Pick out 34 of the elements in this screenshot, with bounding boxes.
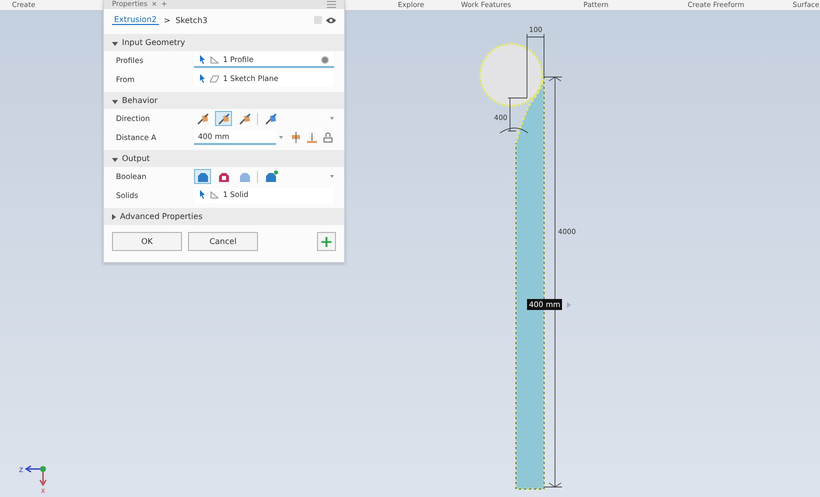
ok-button[interactable]: OK xyxy=(112,232,182,251)
pointer-icon xyxy=(199,74,206,83)
section-header[interactable]: Input Geometry xyxy=(104,34,344,51)
new-body-icon xyxy=(264,170,278,184)
breadcrumb-link[interactable]: Extrusion2 xyxy=(112,15,159,25)
solid-icon xyxy=(210,190,219,198)
dropdown-caret-icon[interactable] xyxy=(330,175,334,178)
eye-icon[interactable] xyxy=(326,16,336,24)
section-header[interactable]: Advanced Properties xyxy=(104,208,344,225)
option-button[interactable] xyxy=(194,169,211,184)
collapsed-arrow-icon xyxy=(112,214,116,220)
expanded-arrow-icon xyxy=(112,100,118,104)
direction-one-side-icon xyxy=(196,112,210,126)
distance-from-face-icon[interactable] xyxy=(307,132,317,143)
clear-icon[interactable] xyxy=(321,56,329,64)
plane-icon xyxy=(210,74,219,82)
direction-flipped-icon xyxy=(216,112,230,126)
expanded-arrow-icon xyxy=(112,158,118,162)
dropdown-caret-icon[interactable] xyxy=(330,117,334,120)
profile-icon xyxy=(210,56,219,64)
breadcrumb-current: Sketch3 xyxy=(175,16,208,24)
breadcrumb-separator: > xyxy=(164,16,170,24)
pointer-icon xyxy=(199,190,206,199)
direction-symmetric-icon xyxy=(238,112,252,126)
menu-icon[interactable] xyxy=(327,1,336,8)
to-icon[interactable] xyxy=(291,132,301,143)
cancel-button[interactable]: Cancel xyxy=(188,232,258,251)
section-header[interactable]: Behavior xyxy=(104,92,344,109)
option-button[interactable] xyxy=(215,111,232,126)
dropdown-caret-icon[interactable] xyxy=(279,136,283,139)
section-header[interactable]: Output xyxy=(104,150,344,167)
direction-asymmetric-icon xyxy=(264,112,278,126)
pointer-icon xyxy=(199,55,206,64)
expanded-arrow-icon xyxy=(112,42,118,46)
